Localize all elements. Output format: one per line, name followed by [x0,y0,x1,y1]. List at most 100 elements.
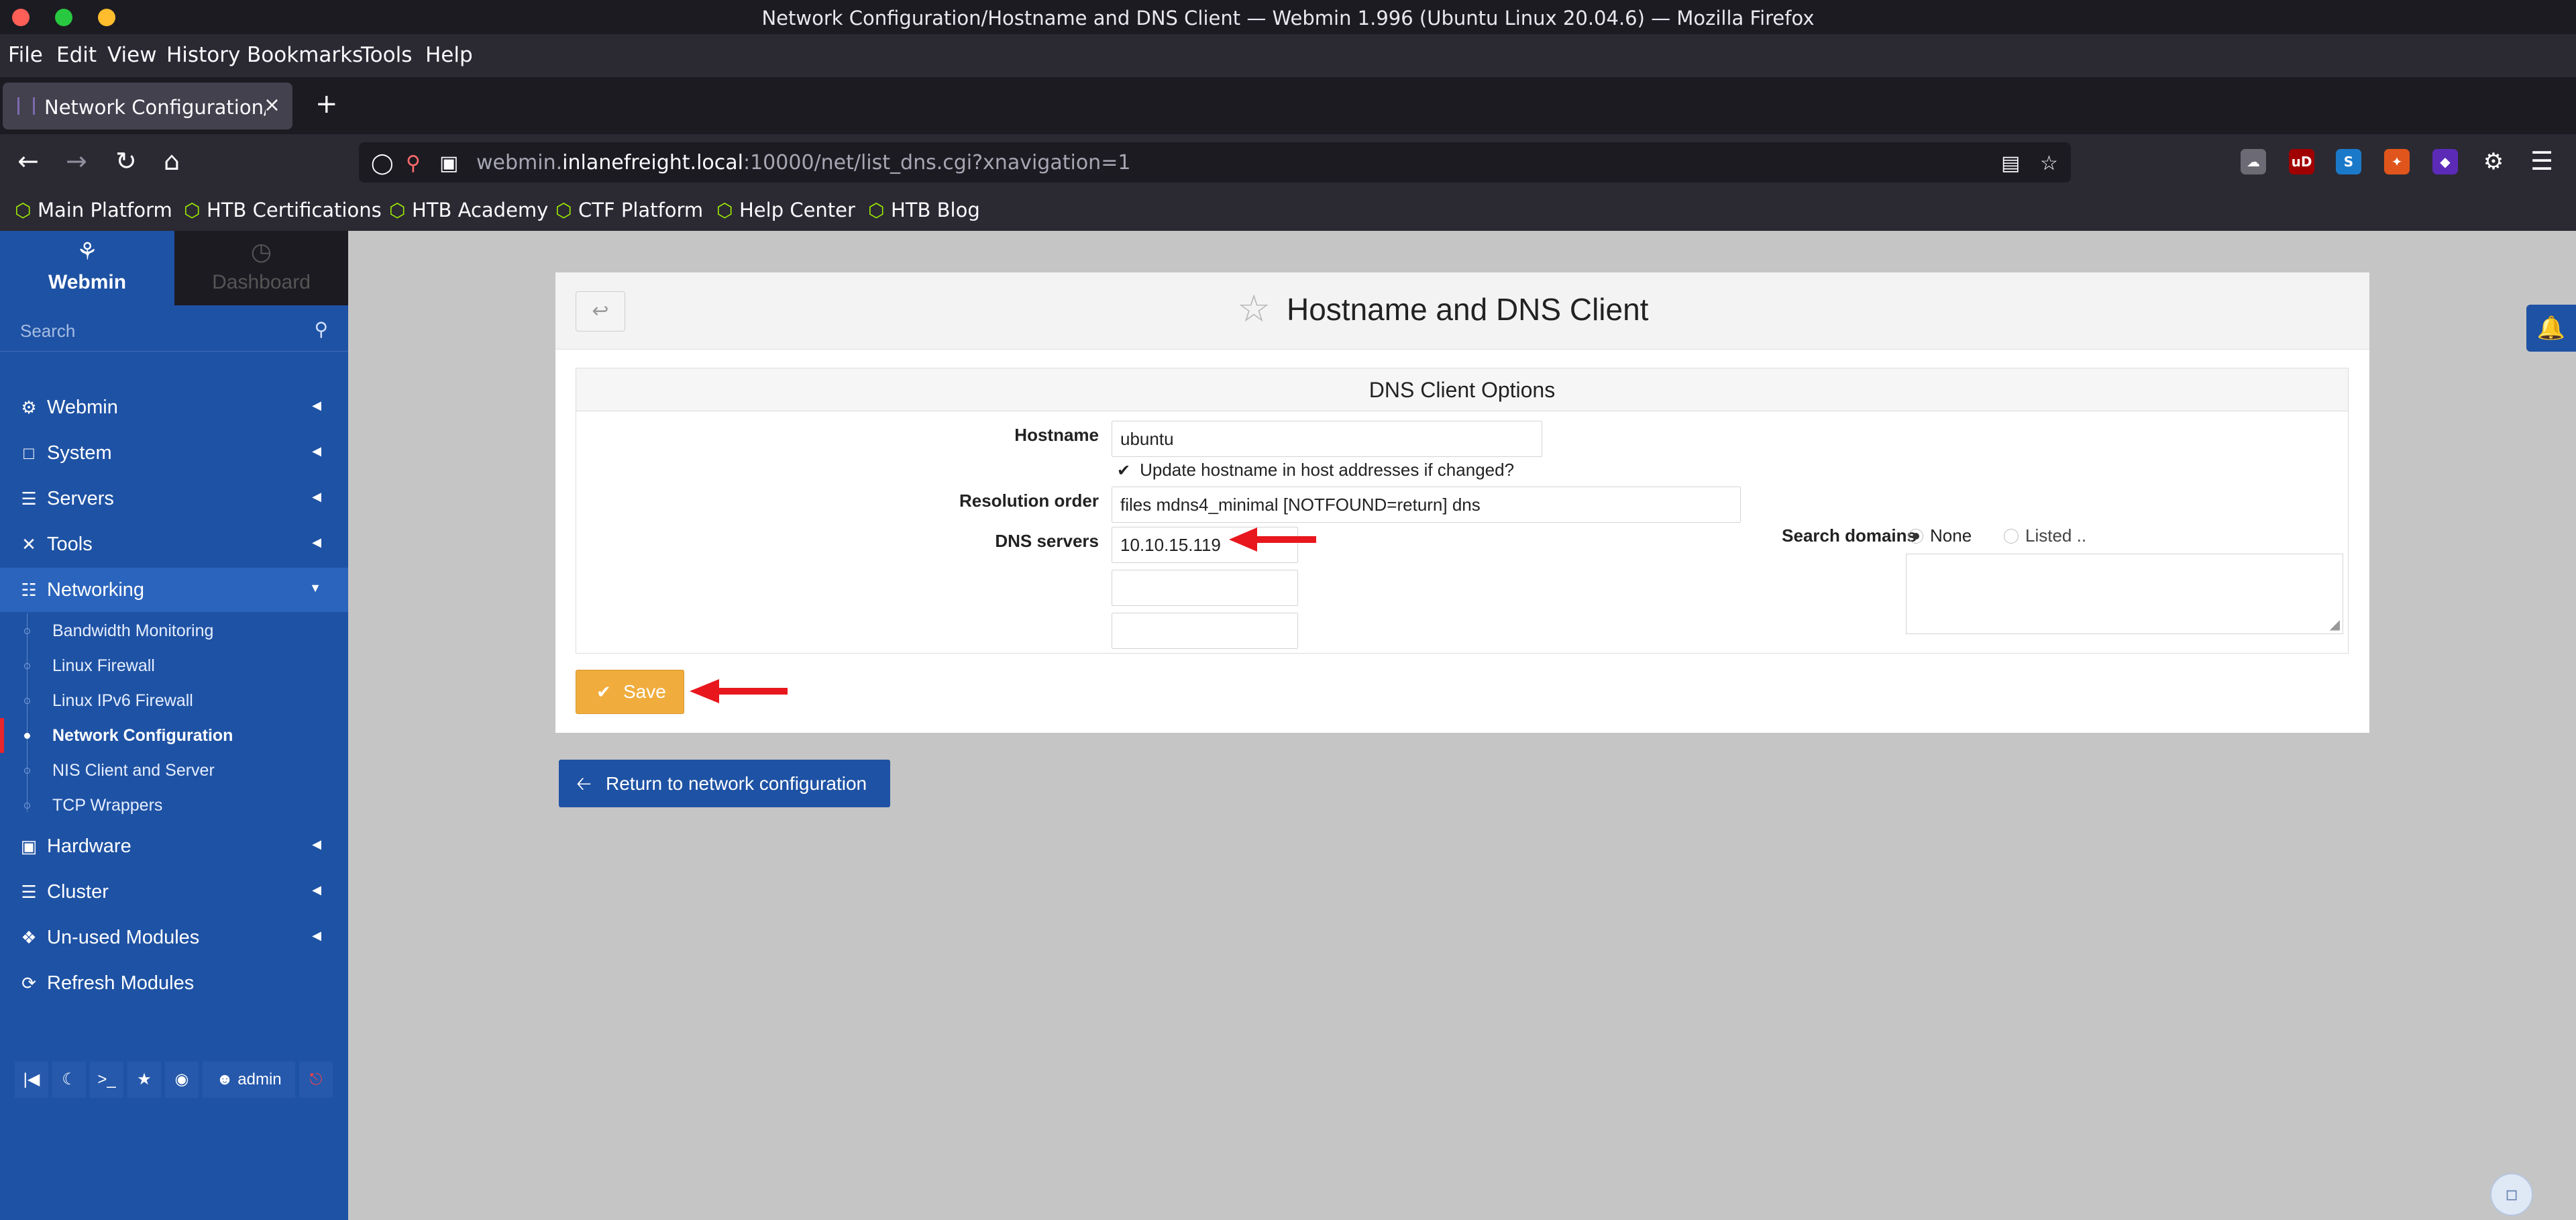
update-hosts-checkbox[interactable]: ✔ Update hostname in host addresses if ch… [1117,460,1514,480]
caret-left-icon: ◀ [312,490,321,503]
sidebar-item-cluster[interactable]: ☰ Cluster ◀ [0,870,348,914]
section-title: DNS Client Options [576,368,2348,411]
monitor-icon: □ [23,443,34,463]
foxyproxy-icon[interactable]: ✦ [2384,149,2410,174]
hexagon-icon: ⬡ [868,199,885,221]
search-domains-label: Search domains [1782,525,1917,546]
favorite-star-icon[interactable]: ☆ [1237,287,1271,331]
ublock-icon[interactable]: uD [2289,149,2314,174]
close-tab-icon[interactable]: × [264,93,280,117]
sidebar-tab-webmin[interactable]: ⚘ Webmin [0,231,174,305]
search-domains-listed-radio[interactable]: Listed .. [2004,525,2086,546]
hexagon-icon: ⬡ [716,199,733,221]
return-arrow-button[interactable]: ↩ [576,291,625,332]
browser-tab[interactable]: Network Configuration/H × [3,83,292,130]
tab-label: Network Configuration/H [44,96,266,119]
sidebar-subitem-tcp-wrappers[interactable]: TCP Wrappers [0,788,348,823]
shield-icon[interactable]: ◯ [371,152,394,175]
logout-icon[interactable]: ⎋ [299,1062,333,1098]
puzzle-icon: ❖ [21,927,37,948]
back-button[interactable]: ← [17,146,39,176]
resize-grip-icon[interactable]: ◢ [2330,616,2340,632]
clipboard-icon[interactable]: ▫ [2490,1173,2533,1216]
favorites-star-icon[interactable]: ★ [127,1062,161,1098]
hexagon-icon: ⬡ [184,199,201,221]
menu-edit[interactable]: Edit [56,43,97,67]
hdd-icon: ▣ [20,836,38,856]
annotation-arrow-save [690,679,788,703]
bookmark-main-platform[interactable]: ⬡ Main Platform [15,199,172,221]
bookmark-htb-academy[interactable]: ⬡ HTB Academy [389,199,548,221]
forward-button[interactable]: → [66,146,87,176]
layers-icon: ☰ [21,882,37,902]
sidebar-subitem-network-configuration[interactable]: Network Configuration [0,718,348,753]
home-button[interactable]: ⌂ [164,146,180,176]
theme-palette-icon[interactable]: ◉ [165,1062,199,1098]
sidebar-item-unused-modules[interactable]: ❖ Un-used Modules ◀ [0,915,348,960]
sidebar-subitem-bandwidth-monitoring[interactable]: Bandwidth Monitoring [0,613,348,648]
dns-server-input-3[interactable] [1112,613,1298,649]
notifications-bell-icon[interactable]: 🔔 [2526,305,2576,352]
page-permissions-icon[interactable]: ▣ [439,152,458,175]
return-to-network-configuration-button[interactable]: 🡠 Return to network configuration [559,760,890,807]
extension-cloud-icon[interactable]: ☁ [2241,149,2266,174]
sidebar-item-hardware[interactable]: ▣ Hardware ◀ [0,824,348,868]
new-tab-button[interactable]: + [315,89,338,119]
collapse-sidebar-icon[interactable]: |◀ [15,1062,48,1098]
menu-file[interactable]: File [8,43,43,67]
extension-s-icon[interactable]: S [2336,149,2361,174]
wappalyzer-icon[interactable]: ◆ [2432,149,2458,174]
caret-down-icon: ▼ [309,581,321,595]
dns-servers-label: DNS servers [995,531,1099,551]
bookmark-htb-certifications[interactable]: ⬡ HTB Certifications [184,199,382,221]
url-text[interactable]: webmin.inlanefreight.local:10000/net/lis… [476,151,1130,174]
caret-left-icon: ◀ [312,536,321,549]
bookmark-ctf-platform[interactable]: ⬡ CTF Platform [555,199,703,221]
reload-button[interactable]: ↻ [115,146,137,176]
url-bar[interactable]: ◯ ⚲ ▣ webmin.inlanefreight.local:10000/n… [359,142,2071,183]
reader-view-icon[interactable]: ▤ [2001,152,2020,175]
sidebar-item-servers[interactable]: ☰ Servers ◀ [0,476,348,521]
sidebar-item-networking[interactable]: ☷ Networking ▼ [0,568,348,612]
refresh-icon: ⟳ [21,973,36,993]
tab-strip: Network Configuration/H × + [0,77,2576,134]
arrow-left-icon: 🡠 [576,773,592,794]
bookmark-star-icon[interactable]: ☆ [2040,152,2058,175]
lock-warning-icon[interactable]: ⚲ [406,152,421,175]
caret-left-icon: ◀ [312,399,321,412]
save-button[interactable]: ✔ Save [576,670,684,714]
menu-history[interactable]: History [166,43,240,67]
window-title: Network Configuration/Hostname and DNS C… [761,7,1815,30]
bookmark-htb-blog[interactable]: ⬡ HTB Blog [868,199,980,221]
search-domains-none-radio[interactable]: None [1909,525,1972,546]
user-admin-button[interactable]: ☻ admin [203,1062,295,1098]
menu-view[interactable]: View [107,43,157,67]
search-icon[interactable]: ⚲ [314,318,328,340]
sidebar-item-system[interactable]: □ System ◀ [0,431,348,475]
window-titlebar: Network Configuration/Hostname and DNS C… [0,0,2576,34]
hostname-input[interactable]: ubuntu [1112,421,1542,457]
sidebar-search-input[interactable]: Search ⚲ [0,318,348,352]
hamburger-menu-icon[interactable]: ☰ [2530,146,2553,176]
resolution-order-input[interactable]: files mdns4_minimal [NOTFOUND=return] dn… [1112,487,1741,523]
check-circle-icon: ✔ [596,682,611,702]
search-domains-textarea[interactable]: ◢ [1906,554,2343,634]
menu-bookmarks[interactable]: Bookmarks [247,43,363,67]
sidebar-tab-dashboard[interactable]: ◷ Dashboard [174,231,348,305]
sidebar-item-refresh-modules[interactable]: ⟳ Refresh Modules [0,961,348,1005]
terminal-icon[interactable]: >_ [90,1062,123,1098]
dns-server-input-2[interactable] [1112,570,1298,606]
extensions-puzzle-icon[interactable]: ⚙ [2481,149,2506,174]
menu-tools[interactable]: Tools [361,43,412,67]
sidebar-subitem-linux-ipv6-firewall[interactable]: Linux IPv6 Firewall [0,683,348,718]
menu-bar: File Edit View History Bookmarks Tools H… [0,34,2576,77]
sidebar-subitem-nis-client-and-server[interactable]: NIS Client and Server [0,753,348,788]
menu-help[interactable]: Help [425,43,473,67]
hexagon-icon: ⬡ [15,199,32,221]
user-cog-icon: ☻ [216,1070,233,1088]
night-mode-icon[interactable]: ☾ [52,1062,86,1098]
sidebar-subitem-linux-firewall[interactable]: Linux Firewall [0,648,348,683]
sidebar-item-tools[interactable]: ✕ Tools ◀ [0,522,348,566]
bookmark-help-center[interactable]: ⬡ Help Center [716,199,855,221]
sidebar-item-webmin[interactable]: ⚙ Webmin ◀ [0,385,348,429]
